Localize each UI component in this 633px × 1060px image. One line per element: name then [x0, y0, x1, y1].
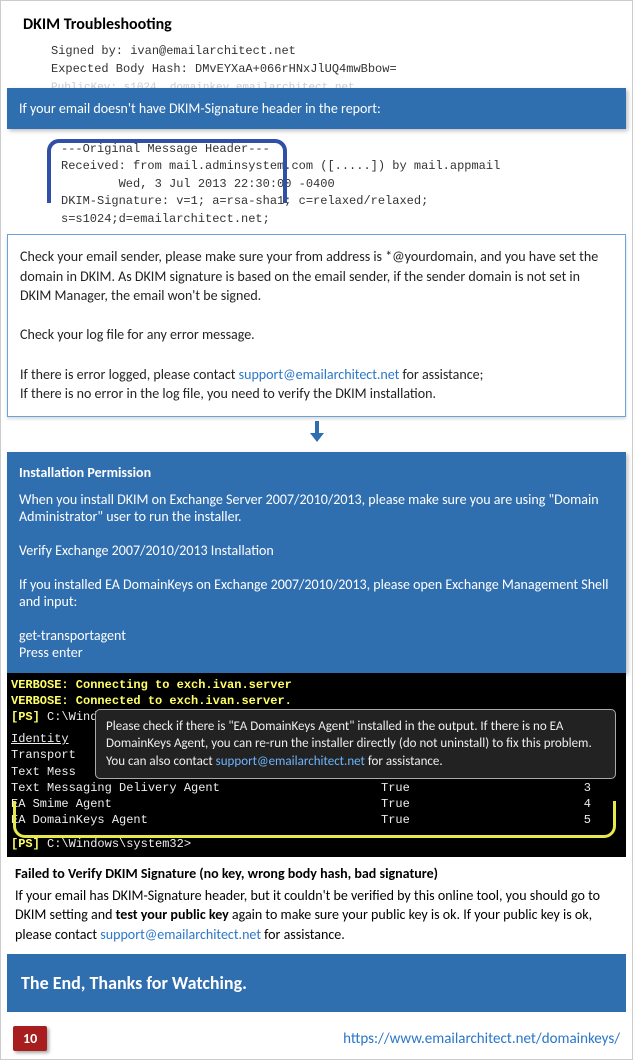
yellow-highlight-outline: [13, 801, 616, 838]
banner-text: If you installed EA DomainKeys on Exchan…: [19, 576, 614, 610]
term-row: Text Messaging Delivery AgentTrue3: [11, 780, 622, 796]
code-line: Signed by: ivan@emailarchitect.net: [51, 42, 632, 60]
page-title: DKIM Troubleshooting: [1, 1, 632, 42]
banner-text: Press enter: [19, 644, 614, 661]
overlay-note: Please check if there is "EA DomainKeys …: [95, 709, 616, 780]
banner-text: Verify Exchange 2007/2010/2013 Installat…: [19, 542, 614, 559]
arrow-down-icon: [1, 417, 632, 452]
highlight-bracket: [47, 139, 287, 203]
support-link[interactable]: support@emailarchitect.net: [216, 754, 365, 769]
top-code-block: Signed by: ivan@emailarchitect.net Expec…: [1, 42, 632, 82]
page-footer: 10 https://www.emailarchitect.net/domain…: [1, 1012, 632, 1059]
info-paragraph: Check your log file for any error messag…: [20, 325, 613, 345]
support-link[interactable]: support@emailarchitect.net: [239, 366, 400, 383]
end-banner: The End, Thanks for Watching.: [7, 954, 626, 1012]
code-line: Expected Body Hash: DMvEYXaA+066rHNxJlUQ…: [51, 60, 632, 78]
info-paragraph: Check your email sender, please make sur…: [20, 247, 613, 306]
term-line: [PS] C:\Windows\system32>: [11, 836, 622, 852]
term-line: VERBOSE: Connected to exch.ivan.server.: [11, 693, 622, 709]
code-line: s=s1024;d=emailarchitect.net;: [61, 211, 614, 228]
support-link[interactable]: support@emailarchitect.net: [100, 926, 261, 943]
failed-text: If your email has DKIM-Signature header,…: [15, 886, 618, 945]
banner-text: If your email doesn't have DKIM-Signatur…: [19, 100, 381, 117]
banner-text: get-transportagent: [19, 627, 614, 644]
footer-url-link[interactable]: https://www.emailarchitect.net/domainkey…: [343, 1030, 620, 1048]
terminal-output: VERBOSE: Connecting to exch.ivan.server …: [7, 673, 626, 857]
original-header-block: ---Original Message Header--- Received: …: [13, 135, 620, 234]
failed-heading: Failed to Verify DKIM Signature (no key,…: [15, 865, 618, 882]
banner-heading: Installation Permission: [19, 464, 614, 481]
page-number: 10: [13, 1026, 47, 1051]
info-box-check-sender: Check your email sender, please make sur…: [7, 234, 626, 417]
page-container: DKIM Troubleshooting Signed by: ivan@ema…: [0, 0, 633, 1060]
info-paragraph: If there is error logged, please contact…: [20, 365, 613, 385]
info-paragraph: If there is no error in the log file, yo…: [20, 384, 613, 404]
term-line: VERBOSE: Connecting to exch.ivan.server: [11, 677, 622, 693]
banner-text: When you install DKIM on Exchange Server…: [19, 491, 614, 525]
banner-no-header: If your email doesn't have DKIM-Signatur…: [7, 88, 626, 129]
banner-installation-permission: Installation Permission When you install…: [7, 452, 626, 673]
